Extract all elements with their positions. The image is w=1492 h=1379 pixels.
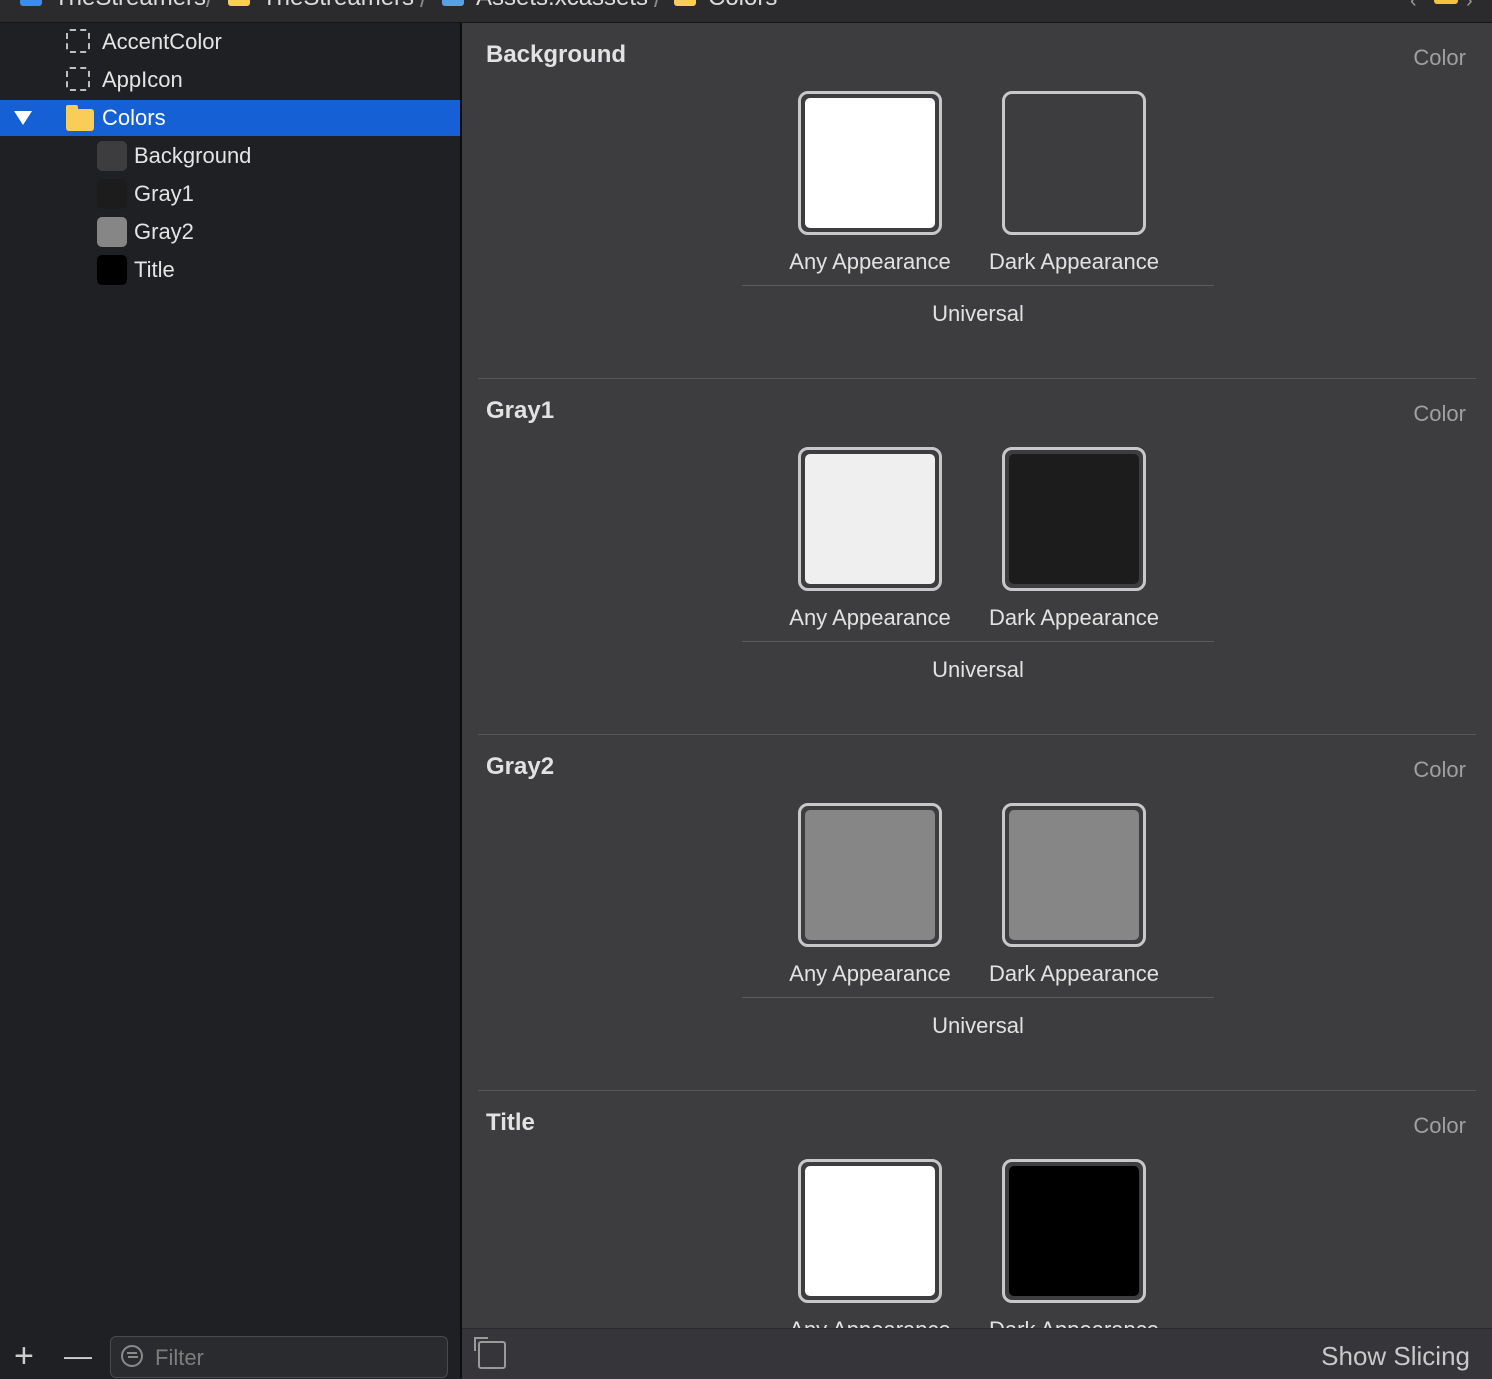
sidebar-item-gray2[interactable]: Gray2 <box>0 213 460 251</box>
breadcrumb-separator: / <box>420 0 427 14</box>
asset-placeholder-icon <box>66 67 90 91</box>
sidebar-item-title[interactable]: Title <box>0 251 460 289</box>
dark-appearance-label: Dark Appearance <box>989 249 1159 274</box>
breadcrumb-item-group[interactable]: TheStreamers <box>228 0 414 12</box>
sidebar-item-background[interactable]: Background <box>0 137 460 175</box>
asset-catalog-icon <box>442 0 464 6</box>
color-swatch-icon <box>97 255 127 285</box>
asset-navigator: AccentColor AppIcon Colors Background Gr… <box>0 23 460 1378</box>
any-appearance-label: Any Appearance <box>789 961 951 986</box>
breadcrumb-separator: / <box>654 0 661 14</box>
group-separator <box>742 641 1214 642</box>
dark-appearance-well[interactable] <box>1002 803 1146 947</box>
chevron-right-icon[interactable]: › <box>1466 0 1473 13</box>
group-separator <box>742 285 1214 286</box>
group-separator <box>742 997 1214 998</box>
disclosure-triangle-icon[interactable] <box>14 111 32 125</box>
color-set-gray2[interactable]: Gray2 Color Any Appearance Dark Appearan… <box>462 735 1492 1091</box>
editor-footer: Show Slicing <box>462 1328 1492 1379</box>
sidebar-item-label: Gray2 <box>134 219 194 244</box>
dark-appearance-well[interactable] <box>1002 91 1146 235</box>
sidebar-item-label: Gray1 <box>134 181 194 206</box>
color-set-type: Color <box>1413 45 1466 70</box>
sidebar-item-label: Title <box>134 257 175 282</box>
sidebar-item-label: Background <box>134 143 252 168</box>
breadcrumb-item-colors[interactable]: Colors <box>674 0 777 12</box>
dark-appearance-well[interactable] <box>1002 1159 1146 1303</box>
add-button[interactable]: + <box>14 1336 34 1376</box>
color-set-title-asset[interactable]: Title Color Any Appearance Dark Appearan… <box>462 1091 1492 1328</box>
color-fill <box>1009 810 1139 940</box>
folder-icon <box>66 105 94 131</box>
color-set-type: Color <box>1413 401 1466 426</box>
any-appearance-well[interactable] <box>798 803 942 947</box>
any-appearance-well[interactable] <box>798 91 942 235</box>
color-set-title: Title <box>486 1109 535 1136</box>
any-appearance-label: Any Appearance <box>789 605 951 630</box>
color-set-title: Background <box>486 41 627 68</box>
sidebar-item-accentcolor[interactable]: AccentColor <box>0 23 460 61</box>
breadcrumb: TheStreamers / TheStreamers / Assets.xca… <box>0 0 1492 23</box>
color-set-type: Color <box>1413 757 1466 782</box>
sidebar-item-label: AccentColor <box>102 29 222 54</box>
any-appearance-label: Any Appearance <box>789 249 951 274</box>
dark-appearance-well[interactable] <box>1002 447 1146 591</box>
breadcrumb-label: Assets.xcassets <box>476 0 648 12</box>
color-fill <box>805 810 935 940</box>
color-set-background[interactable]: Background Color Any Appearance Dark App… <box>462 23 1492 379</box>
dark-appearance-label: Dark Appearance <box>989 605 1159 630</box>
sidebar-item-appicon[interactable]: AppIcon <box>0 61 460 99</box>
color-fill <box>805 98 935 228</box>
filter-icon <box>121 1345 143 1367</box>
color-fill <box>1009 98 1139 228</box>
color-fill <box>1009 454 1139 584</box>
device-group-label: Universal <box>932 301 1024 326</box>
slicing-icon[interactable] <box>474 1337 506 1369</box>
breadcrumb-label: TheStreamers <box>262 0 414 12</box>
dark-appearance-label: Dark Appearance <box>989 961 1159 986</box>
chevron-left-icon[interactable]: ‹ <box>1410 0 1417 13</box>
color-set-editor: Background Color Any Appearance Dark App… <box>462 23 1492 1328</box>
color-set-type: Color <box>1413 1113 1466 1138</box>
color-set-title: Gray2 <box>486 753 555 780</box>
warning-icon[interactable] <box>1434 0 1458 4</box>
color-fill <box>1009 1166 1139 1296</box>
show-slicing-button[interactable]: Show Slicing <box>1321 1341 1470 1372</box>
any-appearance-well[interactable] <box>798 447 942 591</box>
any-appearance-well[interactable] <box>798 1159 942 1303</box>
color-set-title: Gray1 <box>486 397 555 424</box>
folder-icon <box>228 0 250 6</box>
color-set-gray1[interactable]: Gray1 Color Any Appearance Dark Appearan… <box>462 379 1492 735</box>
breadcrumb-label: TheStreamers <box>54 0 206 12</box>
folder-icon <box>674 0 696 6</box>
sidebar-item-label: Colors <box>102 105 166 130</box>
breadcrumb-item-assets[interactable]: Assets.xcassets <box>442 0 648 12</box>
sidebar-item-label: AppIcon <box>102 67 183 92</box>
breadcrumb-label: Colors <box>708 0 777 12</box>
color-swatch-icon <box>97 141 127 171</box>
color-fill <box>805 454 935 584</box>
filter-input[interactable] <box>153 1343 437 1373</box>
color-swatch-icon <box>97 179 127 209</box>
project-icon <box>20 0 42 6</box>
sidebar-item-colors[interactable]: Colors <box>0 100 460 136</box>
dark-appearance-label: Dark Appearance <box>964 1317 1184 1328</box>
device-group-label: Universal <box>932 1013 1024 1038</box>
asset-placeholder-icon <box>66 29 90 53</box>
remove-button[interactable]: — <box>64 1336 92 1376</box>
device-group-label: Universal <box>932 657 1024 682</box>
color-swatch-icon <box>97 217 127 247</box>
breadcrumb-item-project[interactable]: TheStreamers <box>20 0 206 12</box>
sidebar-item-gray1[interactable]: Gray1 <box>0 175 460 213</box>
breadcrumb-separator: / <box>206 0 213 14</box>
color-fill <box>805 1166 935 1296</box>
filter-field[interactable] <box>110 1336 448 1378</box>
any-appearance-label: Any Appearance <box>760 1317 980 1328</box>
